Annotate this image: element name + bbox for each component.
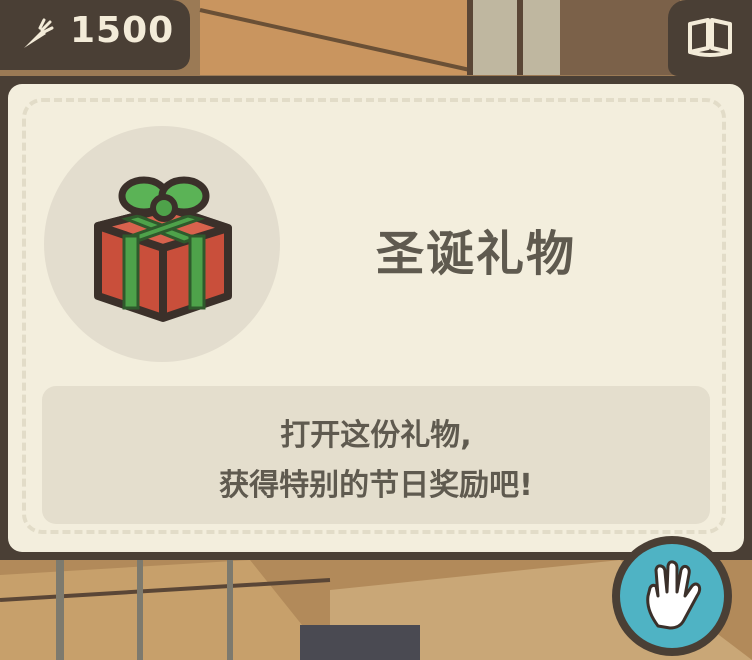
item-dialog: 圣诞礼物 打开这份礼物, 获得特别的节日奖励吧!: [0, 76, 752, 560]
item-card: 圣诞礼物 打开这份礼物, 获得特别的节日奖励吧!: [8, 84, 744, 552]
gift-icon: [94, 176, 232, 322]
journal-button[interactable]: [668, 0, 752, 76]
interact-button-face: [620, 544, 724, 648]
item-icon-frame: [44, 126, 280, 362]
hand-icon: [646, 560, 702, 630]
interact-button[interactable]: [612, 536, 732, 656]
description-line-1: 打开这份礼物,: [280, 418, 472, 453]
currency-display: 1500: [0, 0, 190, 70]
book-icon: [688, 18, 732, 57]
top-bar: 1500: [0, 0, 752, 82]
game-scene: 1500 圣诞礼物 打开这份礼物, 获得特别的节日奖励吧!: [0, 0, 752, 660]
carrot-icon: [24, 18, 54, 48]
description-line-2: 获得特别的节日奖励吧!: [219, 468, 533, 503]
currency-amount: 1500: [70, 10, 175, 51]
item-description: 打开这份礼物, 获得特别的节日奖励吧!: [42, 386, 710, 524]
item-title: 圣诞礼物: [376, 226, 577, 282]
